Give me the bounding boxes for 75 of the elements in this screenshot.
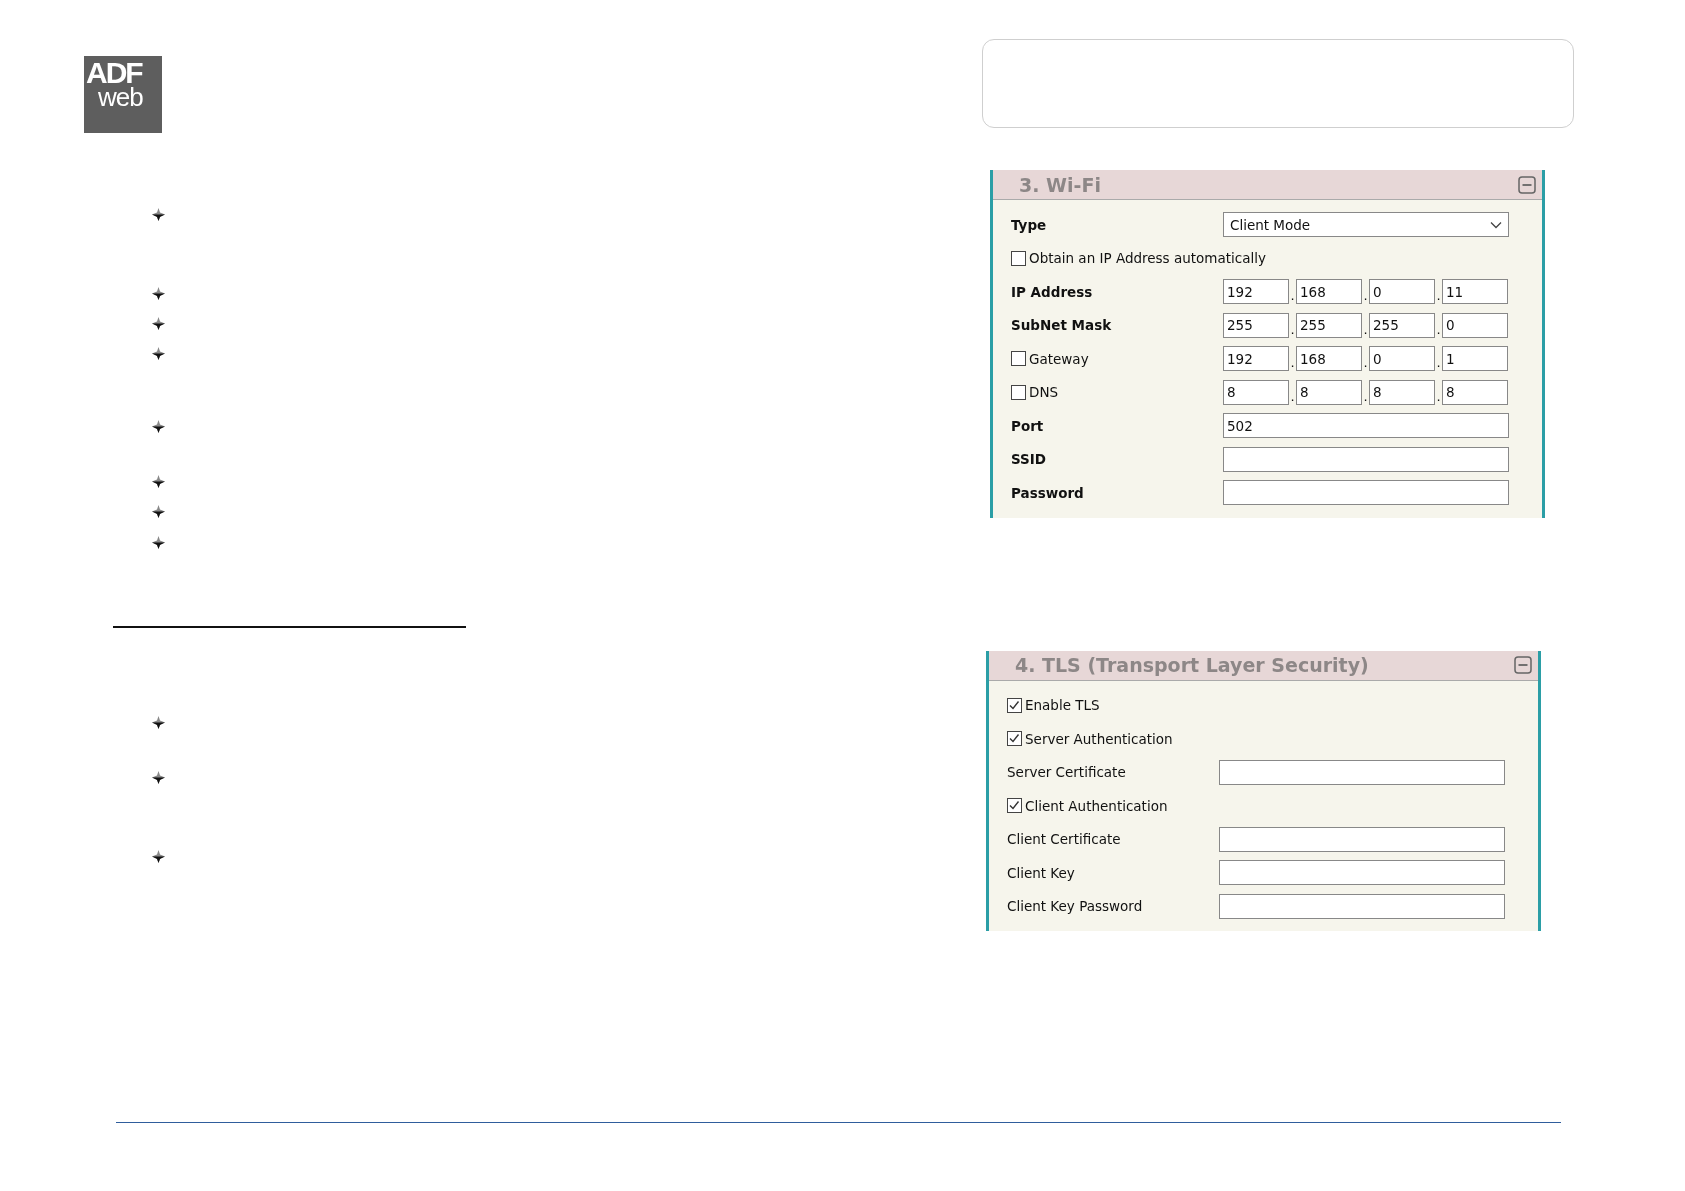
separator-dot: .	[1435, 389, 1442, 405]
bullet-icon	[152, 208, 165, 221]
input-field[interactable]: 168	[1296, 279, 1362, 305]
input-field[interactable]: 0	[1369, 346, 1435, 372]
field-label: Server Certificate	[1007, 764, 1126, 781]
separator-dot: .	[1435, 289, 1442, 305]
input-field[interactable]	[1219, 860, 1505, 886]
field-label: Client Key	[1007, 864, 1075, 881]
input-field[interactable]: 192	[1223, 279, 1289, 305]
input-field[interactable]: 1	[1442, 346, 1508, 372]
logo: ADF web	[84, 56, 162, 133]
input-field[interactable]: 8	[1296, 379, 1362, 405]
bullet-icon	[152, 716, 165, 729]
separator-dot: .	[1289, 389, 1296, 405]
field-label: Client Key Password	[1007, 898, 1143, 915]
checkbox-label: Gateway	[1029, 350, 1089, 367]
bullet-icon	[152, 771, 165, 784]
input-field[interactable]: 502	[1223, 413, 1509, 439]
field-label: SubNet Mask	[1011, 317, 1112, 334]
checkbox[interactable]	[1007, 731, 1022, 747]
bullet-icon	[152, 287, 165, 300]
bullet-icon	[152, 475, 165, 488]
dropdown[interactable]: Client Mode	[1223, 212, 1509, 238]
input-field[interactable]	[1219, 893, 1505, 919]
panel-title: 4. TLS (Transport Layer Security)	[1015, 654, 1369, 676]
separator-dot: .	[1362, 289, 1369, 305]
checkbox[interactable]	[1011, 351, 1026, 367]
bullet-icon	[152, 317, 165, 330]
bullet-icon	[152, 420, 165, 433]
checkbox-label: Client Authentication	[1025, 797, 1168, 814]
input-field[interactable]: 8	[1369, 379, 1435, 405]
checkbox[interactable]	[1011, 384, 1026, 400]
input-field[interactable]: 8	[1442, 379, 1508, 405]
separator-dot: .	[1435, 356, 1442, 372]
input-field[interactable]	[1219, 826, 1505, 852]
bullet-icon	[152, 536, 165, 549]
separator-dot: .	[1362, 356, 1369, 372]
field-label: Port	[1011, 417, 1044, 434]
chevron-icon	[1490, 220, 1502, 229]
input-field[interactable]: 255	[1369, 312, 1435, 338]
separator-dot: .	[1435, 322, 1442, 338]
checkbox-label: DNS	[1029, 384, 1059, 401]
input-field[interactable]: 8	[1223, 379, 1289, 405]
input-field[interactable]: 192	[1223, 346, 1289, 372]
input-field[interactable]: 168	[1296, 346, 1362, 372]
field-label: Type	[1011, 216, 1047, 233]
bullet-icon	[152, 850, 165, 863]
checkbox-label: Server Authentication	[1025, 730, 1173, 747]
panel-title: 3. Wi-Fi	[1019, 173, 1101, 196]
field-label: Password	[1011, 484, 1084, 501]
separator-dot: .	[1289, 356, 1296, 372]
input-field[interactable]: 11	[1442, 279, 1508, 305]
input-field[interactable]: 0	[1369, 279, 1435, 305]
input-field[interactable]: 255	[1296, 312, 1362, 338]
collapse-icon[interactable]	[1514, 656, 1532, 674]
input-field[interactable]	[1223, 446, 1509, 472]
field-label: SSID	[1011, 451, 1047, 468]
checkbox-label: Enable TLS	[1025, 697, 1100, 714]
separator-dot: .	[1289, 289, 1296, 305]
field-label: IP Address	[1011, 283, 1093, 300]
bullet-icon	[152, 505, 165, 518]
input-field[interactable]: 0	[1442, 312, 1508, 338]
collapse-icon[interactable]	[1518, 175, 1536, 194]
separator-dot: .	[1362, 389, 1369, 405]
checkbox[interactable]	[1007, 798, 1022, 814]
separator-dot: .	[1289, 322, 1296, 338]
checkbox-label: Obtain an IP Address automatically	[1029, 250, 1266, 267]
field-label: Client Certificate	[1007, 831, 1121, 848]
checkbox[interactable]	[1011, 250, 1026, 266]
separator-dot: .	[1362, 322, 1369, 338]
input-field[interactable]	[1219, 759, 1505, 785]
bullet-icon	[152, 347, 165, 360]
input-field[interactable]	[1223, 480, 1509, 506]
input-field[interactable]: 255	[1223, 312, 1289, 338]
checkbox[interactable]	[1007, 697, 1022, 713]
